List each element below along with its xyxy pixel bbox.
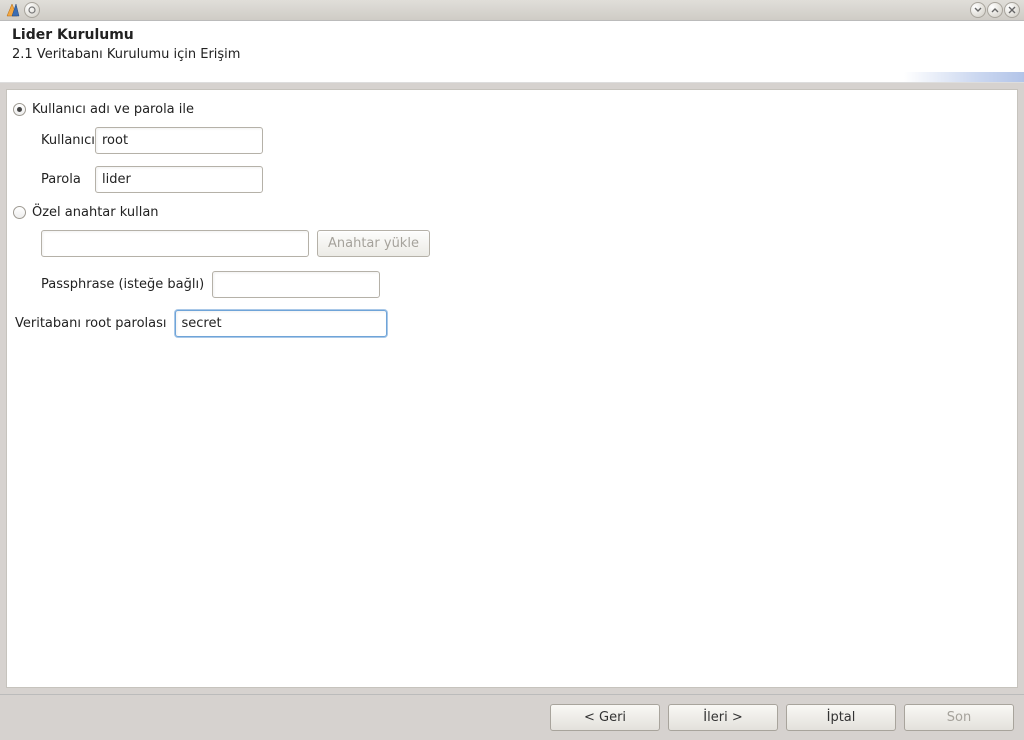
password-row: Parola	[13, 166, 1011, 193]
password-input[interactable]	[95, 166, 263, 193]
app-icon	[4, 2, 20, 18]
finish-button[interactable]: Son	[904, 704, 1014, 731]
password-label: Parola	[13, 172, 87, 187]
wizard-footer: < Geri İleri > İptal Son	[0, 694, 1024, 740]
main-area: Kullanıcı adı ve parola ile Kullanıcı Ad…	[0, 83, 1024, 694]
maximize-button[interactable]	[987, 2, 1003, 18]
root-password-row: Veritabanı root parolası	[13, 310, 1011, 337]
root-password-input[interactable]	[175, 310, 387, 337]
page-title: Lider Kurulumu	[12, 27, 1012, 43]
page-subtitle: 2.1 Veritabanı Kurulumu için Erişim	[12, 47, 1012, 62]
cancel-button[interactable]: İptal	[786, 704, 896, 731]
passphrase-label: Passphrase (isteğe bağlı)	[13, 277, 204, 292]
passphrase-row: Passphrase (isteğe bağlı)	[13, 271, 1011, 298]
radio-privatekey-label: Özel anahtar kullan	[32, 205, 159, 220]
titlebar-button-left[interactable]	[24, 2, 40, 18]
passphrase-input[interactable]	[212, 271, 380, 298]
radio-privatekey-indicator	[13, 206, 26, 219]
username-input[interactable]	[95, 127, 263, 154]
back-button[interactable]: < Geri	[550, 704, 660, 731]
radio-privatekey[interactable]: Özel anahtar kullan	[13, 205, 1011, 220]
wizard-header: Lider Kurulumu 2.1 Veritabanı Kurulumu i…	[0, 21, 1024, 83]
username-label: Kullanıcı Adı	[13, 133, 87, 148]
form-panel: Kullanıcı adı ve parola ile Kullanıcı Ad…	[6, 89, 1018, 688]
keyfile-row: Anahtar yükle	[13, 230, 1011, 257]
window-titlebar	[0, 0, 1024, 21]
radio-userpass[interactable]: Kullanıcı adı ve parola ile	[13, 102, 1011, 117]
close-button[interactable]	[1004, 2, 1020, 18]
username-row: Kullanıcı Adı	[13, 127, 1011, 154]
radio-userpass-label: Kullanıcı adı ve parola ile	[32, 102, 194, 117]
load-key-button[interactable]: Anahtar yükle	[317, 230, 430, 257]
titlebar-left	[4, 2, 40, 18]
next-button[interactable]: İleri >	[668, 704, 778, 731]
minimize-button[interactable]	[970, 2, 986, 18]
radio-userpass-indicator	[13, 103, 26, 116]
titlebar-right	[970, 2, 1020, 18]
root-password-label: Veritabanı root parolası	[13, 316, 167, 331]
keyfile-input[interactable]	[41, 230, 309, 257]
